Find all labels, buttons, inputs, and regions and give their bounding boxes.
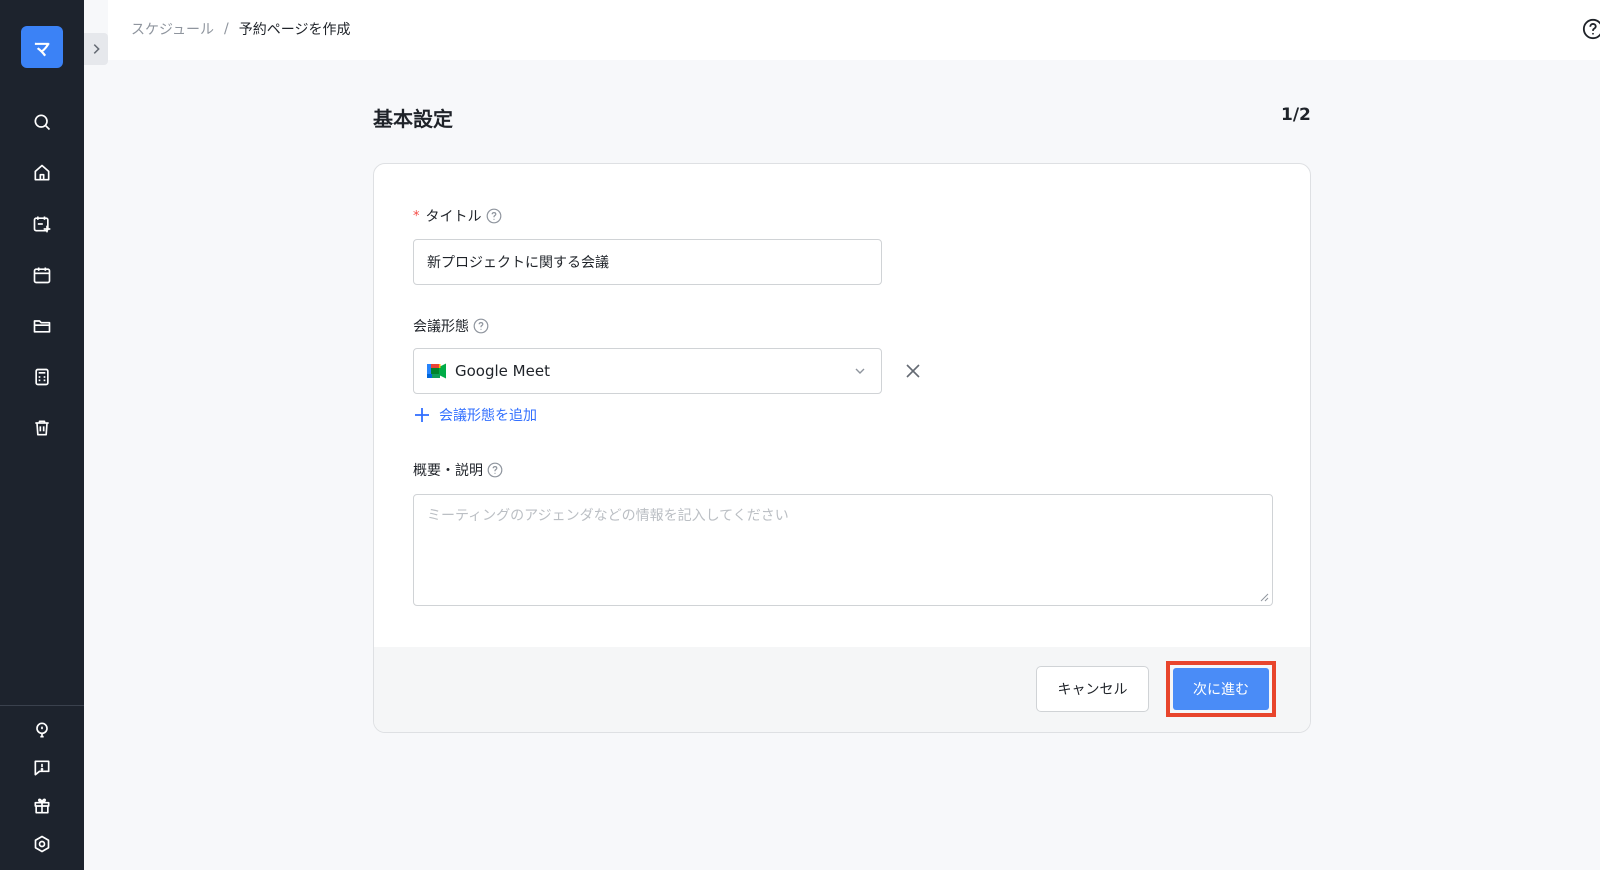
- question-circle-icon[interactable]: [487, 462, 503, 478]
- breadcrumb-current: 予約ページを作成: [238, 22, 351, 38]
- card-footer: キャンセル 次に進む: [374, 647, 1310, 732]
- google-meet-icon: [427, 363, 446, 379]
- calculator-icon[interactable]: [30, 365, 54, 389]
- title-label-text: タイトル: [425, 209, 482, 225]
- meeting-type-label: 会議形態: [413, 316, 489, 336]
- description-label-text: 概要・説明: [413, 463, 483, 479]
- cancel-button[interactable]: キャンセル: [1036, 666, 1149, 712]
- breadcrumb-schedule-link[interactable]: スケジュール: [131, 19, 214, 39]
- search-icon[interactable]: [30, 110, 54, 134]
- trash-icon[interactable]: [30, 416, 54, 440]
- title-input[interactable]: 新プロジェクトに関する会議: [413, 239, 882, 285]
- meeting-type-label-text: 会議形態: [413, 319, 469, 335]
- question-circle-icon[interactable]: [473, 318, 489, 334]
- description-textarea[interactable]: ミーティングのアジェンダなどの情報を記入してください: [413, 494, 1273, 606]
- plus-icon: [415, 408, 429, 422]
- sidebar-divider: [0, 705, 84, 706]
- home-icon[interactable]: [30, 161, 54, 185]
- close-icon[interactable]: [902, 360, 924, 382]
- resize-grip-icon[interactable]: [1259, 592, 1269, 602]
- sidebar: マ: [0, 0, 84, 870]
- help-icon[interactable]: [1582, 18, 1600, 40]
- meeting-type-value: Google Meet: [455, 362, 550, 380]
- title-field-label: * タイトル: [413, 206, 502, 226]
- next-button[interactable]: 次に進む: [1173, 668, 1269, 710]
- description-placeholder: ミーティングのアジェンダなどの情報を記入してください: [427, 508, 789, 524]
- page-title: 基本設定: [373, 107, 453, 131]
- chevron-down-icon: [855, 368, 865, 374]
- basic-settings-card: * タイトル 新プロジェクトに関する会議 会議形態 Google Meet 会議…: [373, 163, 1311, 733]
- top-bar: スケジュール / 予約ページを作成: [108, 0, 1600, 60]
- add-meeting-type-label: 会議形態を追加: [439, 408, 537, 424]
- calendar-icon[interactable]: [30, 263, 54, 287]
- chat-icon[interactable]: [30, 756, 54, 780]
- app-logo[interactable]: マ: [21, 26, 63, 68]
- calendar-plus-icon[interactable]: [30, 212, 54, 236]
- lightbulb-icon[interactable]: [30, 718, 54, 742]
- breadcrumb: スケジュール / 予約ページを作成: [131, 19, 350, 39]
- meeting-type-select[interactable]: Google Meet: [413, 348, 882, 394]
- step-indicator: 1/2: [1281, 105, 1311, 125]
- question-circle-icon[interactable]: [486, 208, 502, 224]
- breadcrumb-separator: /: [224, 21, 229, 37]
- sidebar-expand-toggle[interactable]: [84, 33, 108, 65]
- add-meeting-type-link[interactable]: 会議形態を追加: [413, 405, 537, 425]
- gift-icon[interactable]: [30, 794, 54, 818]
- settings-icon[interactable]: [30, 832, 54, 856]
- required-mark: *: [413, 208, 420, 224]
- folder-icon[interactable]: [30, 314, 54, 338]
- description-label: 概要・説明: [413, 460, 503, 480]
